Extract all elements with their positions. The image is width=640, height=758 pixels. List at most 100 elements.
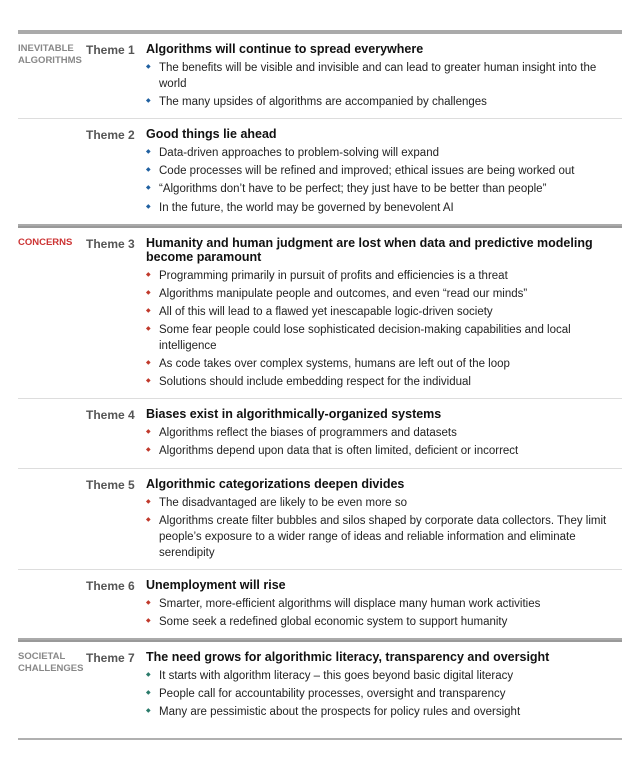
bullet-marker: ◆ — [146, 671, 151, 679]
bullet-item: ◆The disadvantaged are likely to be even… — [146, 495, 622, 511]
theme-label: Theme 1 — [86, 43, 135, 57]
bullet-marker: ◆ — [146, 617, 151, 625]
bullet-list: ◆The disadvantaged are likely to be even… — [146, 495, 622, 561]
theme-row: Theme 6 Unemployment will rise ◆Smarter, m… — [18, 569, 622, 638]
bullet-item: ◆The benefits will be visible and invisi… — [146, 60, 622, 92]
theme-label-cell: Theme 4 — [86, 407, 146, 461]
theme-label-cell: Theme 3 — [86, 236, 146, 393]
section-label: SOCIETAL CHALLENGES — [18, 650, 86, 722]
bullet-marker: ◆ — [146, 498, 151, 506]
bullet-list: ◆The benefits will be visible and invisi… — [146, 60, 622, 110]
bullet-item: ◆“Algorithms don’t have to be perfect; t… — [146, 181, 622, 197]
bullet-marker: ◆ — [146, 599, 151, 607]
theme-content: Biases exist in algorithmically-organize… — [146, 407, 622, 461]
bullet-list: ◆Algorithms reflect the biases of progra… — [146, 425, 622, 459]
theme-label: Theme 6 — [86, 579, 135, 593]
bullet-item: ◆In the future, the world may be governe… — [146, 200, 622, 216]
section-label-text: INEVITABLE ALGORITHMS — [18, 43, 82, 68]
section-2: SOCIETAL CHALLENGES Theme 7 The need grows… — [18, 638, 622, 728]
theme-row: Theme 2 Good things lie ahead ◆Data-driven… — [18, 118, 622, 223]
bullet-item: ◆Many are pessimistic about the prospect… — [146, 704, 622, 720]
bullet-item: ◆Data-driven approaches to problem-solvi… — [146, 145, 622, 161]
bullet-item: ◆Algorithms reflect the biases of progra… — [146, 425, 622, 441]
theme-label: Theme 5 — [86, 478, 135, 492]
section-label: INEVITABLE ALGORITHMS — [18, 42, 86, 112]
theme-row: Theme 4 Biases exist in algorithmically-o… — [18, 398, 622, 467]
theme-content: Algorithmic categorizations deepen divid… — [146, 477, 622, 563]
bullet-marker: ◆ — [146, 203, 151, 211]
section-label-text: SOCIETAL CHALLENGES — [18, 651, 82, 676]
bullet-list: ◆It starts with algorithm literacy – thi… — [146, 668, 622, 720]
bullet-marker: ◆ — [146, 289, 151, 297]
theme-label-cell: Theme 5 — [86, 477, 146, 563]
section-label — [18, 477, 86, 563]
bullet-marker: ◆ — [146, 707, 151, 715]
theme-content: The need grows for algorithmic literacy,… — [146, 650, 622, 722]
theme-label-cell: Theme 2 — [86, 127, 146, 217]
bullet-marker: ◆ — [146, 689, 151, 697]
theme-title: Algorithmic categorizations deepen divid… — [146, 477, 622, 491]
bullet-item: ◆Algorithms depend upon data that is oft… — [146, 443, 622, 459]
bullet-marker: ◆ — [146, 446, 151, 454]
bullet-item: ◆Solutions should include embedding resp… — [146, 374, 622, 390]
bullet-list: ◆Smarter, more-efficient algorithms will… — [146, 596, 622, 630]
bullet-marker: ◆ — [146, 148, 151, 156]
bullet-item: ◆Programming primarily in pursuit of pro… — [146, 268, 622, 284]
bullet-marker: ◆ — [146, 63, 151, 71]
section-label — [18, 127, 86, 217]
section-0: INEVITABLE ALGORITHMS Theme 1 Algorithms w… — [18, 30, 622, 224]
bullet-marker: ◆ — [146, 359, 151, 367]
bullet-item: ◆Code processes will be refined and impr… — [146, 163, 622, 179]
theme-row: INEVITABLE ALGORITHMS Theme 1 Algorithms w… — [18, 32, 622, 118]
theme-row: Theme 5 Algorithmic categorizations deepe… — [18, 468, 622, 569]
section-label — [18, 578, 86, 632]
bullet-item: ◆It starts with algorithm literacy – thi… — [146, 668, 622, 684]
section-label-text: CONCERNS — [18, 237, 82, 249]
pew-footer — [18, 738, 622, 746]
bullet-marker: ◆ — [146, 271, 151, 279]
bullet-list: ◆Programming primarily in pursuit of pro… — [146, 268, 622, 391]
theme-title: Biases exist in algorithmically-organize… — [146, 407, 622, 421]
bullet-item: ◆Algorithms manipulate people and outcom… — [146, 286, 622, 302]
theme-title: Algorithms will continue to spread every… — [146, 42, 622, 56]
bullet-marker: ◆ — [146, 325, 151, 333]
section-1: CONCERNS Theme 3 Humanity and human judgme… — [18, 224, 622, 638]
theme-row: CONCERNS Theme 3 Humanity and human judgme… — [18, 226, 622, 399]
theme-title: Humanity and human judgment are lost whe… — [146, 236, 622, 264]
bullet-marker: ◆ — [146, 307, 151, 315]
theme-label-cell: Theme 7 — [86, 650, 146, 722]
bullet-marker: ◆ — [146, 377, 151, 385]
bullet-marker: ◆ — [146, 97, 151, 105]
bullet-marker: ◆ — [146, 428, 151, 436]
bullet-marker: ◆ — [146, 166, 151, 174]
theme-title: The need grows for algorithmic literacy,… — [146, 650, 622, 664]
theme-label: Theme 4 — [86, 408, 135, 422]
bullet-item: ◆Smarter, more-efficient algorithms will… — [146, 596, 622, 612]
bullet-item: ◆Some fear people could lose sophisticat… — [146, 322, 622, 354]
theme-title: Unemployment will rise — [146, 578, 622, 592]
bullet-marker: ◆ — [146, 184, 151, 192]
themes-area: INEVITABLE ALGORITHMS Theme 1 Algorithms w… — [18, 30, 622, 728]
theme-content: Unemployment will rise ◆Smarter, more-eff… — [146, 578, 622, 632]
bullet-marker: ◆ — [146, 516, 151, 524]
theme-label-cell: Theme 6 — [86, 578, 146, 632]
theme-label-cell: Theme 1 — [86, 42, 146, 112]
bullet-item: ◆Some seek a redefined global economic s… — [146, 614, 622, 630]
bullet-item: ◆People call for accountability processe… — [146, 686, 622, 702]
theme-content: Good things lie ahead ◆Data-driven approa… — [146, 127, 622, 217]
bullet-item: ◆As code takes over complex systems, hum… — [146, 356, 622, 372]
theme-content: Humanity and human judgment are lost whe… — [146, 236, 622, 393]
bullet-item: ◆Algorithms create filter bubbles and si… — [146, 513, 622, 561]
main-container: INEVITABLE ALGORITHMS Theme 1 Algorithms w… — [0, 0, 640, 758]
bullet-list: ◆Data-driven approaches to problem-solvi… — [146, 145, 622, 215]
theme-title: Good things lie ahead — [146, 127, 622, 141]
section-label: CONCERNS — [18, 236, 86, 393]
theme-label: Theme 7 — [86, 651, 135, 665]
bullet-item: ◆The many upsides of algorithms are acco… — [146, 94, 622, 110]
theme-label: Theme 3 — [86, 237, 135, 251]
bullet-item: ◆All of this will lead to a flawed yet i… — [146, 304, 622, 320]
theme-content: Algorithms will continue to spread every… — [146, 42, 622, 112]
theme-row: SOCIETAL CHALLENGES Theme 7 The need grows… — [18, 640, 622, 728]
section-label — [18, 407, 86, 461]
theme-label: Theme 2 — [86, 128, 135, 142]
